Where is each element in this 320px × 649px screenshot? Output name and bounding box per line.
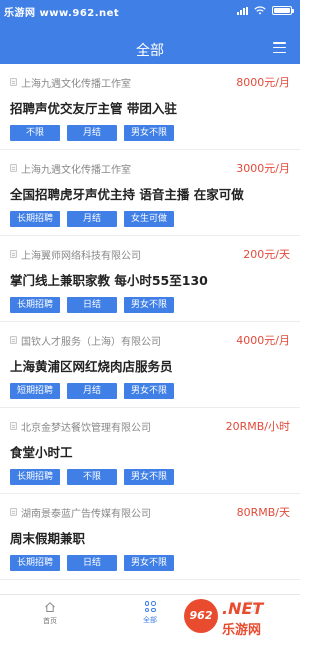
company-name: 上海翼师网络科技有限公司: [21, 250, 141, 262]
company-icon: [10, 422, 17, 430]
job-tag: 不限: [67, 469, 117, 485]
job-title: 掌门线上兼职家教 每小时55至130: [10, 273, 208, 288]
watermark-logo-net: .NET: [222, 599, 264, 618]
tab-home[interactable]: 首页: [0, 595, 100, 649]
job-card[interactable]: 上海九遇文化传播工作室 3000元/月 全国招聘虎牙声优主持 语音主播 在家可做…: [0, 150, 300, 236]
job-tag: 男女不限: [124, 125, 174, 141]
watermark-top-text: 乐游网 www.962.net: [4, 8, 120, 19]
salary: 20RMB/小时: [225, 420, 290, 433]
job-tag: 长期招聘: [10, 469, 60, 485]
company-name: 湖南景泰蓝广告传媒有限公司: [21, 508, 151, 520]
signal-icon: [237, 6, 248, 15]
company-icon: [10, 78, 17, 86]
tab-all-label: 全部: [143, 616, 157, 624]
job-card[interactable]: 上海九遇文化传播工作室 8000元/月 招聘声优交友厅主管 带团入驻 不限 月结…: [0, 64, 300, 150]
job-list: 上海九遇文化传播工作室 8000元/月 招聘声优交友厅主管 带团入驻 不限 月结…: [0, 64, 300, 580]
company-name: 北京金梦达餐饮管理有限公司: [21, 422, 151, 434]
menu-icon[interactable]: [273, 42, 286, 53]
company-icon: [10, 164, 17, 172]
job-title: 上海黄浦区网红烧肉店服务员: [10, 359, 173, 374]
job-title: 食堂小时工: [10, 445, 73, 460]
company-icon: [10, 336, 17, 344]
company-name: 上海九遇文化传播工作室: [21, 164, 131, 176]
job-tag: 月结: [67, 211, 117, 227]
tab-home-label: 首页: [43, 617, 57, 625]
salary: 200元/天: [243, 248, 290, 261]
job-tag: 男女不限: [124, 383, 174, 399]
company-name: 国钦人才服务（上海）有限公司: [21, 336, 161, 348]
job-card[interactable]: 北京金梦达餐饮管理有限公司 20RMB/小时 食堂小时工 长期招聘 不限 男女不…: [0, 408, 300, 494]
job-title: 全国招聘虎牙声优主持 语音主播 在家可做: [10, 187, 244, 202]
app-header: 乐游网 www.962.net 全部: [0, 0, 300, 64]
job-tag: 长期招聘: [10, 555, 60, 571]
status-bar-icons: [237, 6, 294, 15]
job-tag: 女生可做: [124, 211, 174, 227]
job-tag: 短期招聘: [10, 383, 60, 399]
company-icon: [10, 250, 17, 258]
home-icon: [45, 602, 55, 612]
wifi-icon: [254, 6, 266, 15]
job-tag: 月结: [67, 125, 117, 141]
job-title: 招聘声优交友厅主管 带团入驻: [10, 101, 177, 116]
job-tag: 月结: [67, 383, 117, 399]
page-title: 全部: [136, 43, 164, 59]
battery-icon: [272, 6, 294, 15]
job-tag: 日结: [67, 297, 117, 313]
job-card[interactable]: 国钦人才服务（上海）有限公司 4000元/月 上海黄浦区网红烧肉店服务员 短期招…: [0, 322, 300, 408]
watermark-logo-number: 962: [184, 599, 218, 633]
job-tag: 不限: [10, 125, 60, 141]
salary: 8000元/月: [236, 76, 290, 89]
watermark-logo-cn: 乐游网: [222, 623, 262, 638]
watermark-logo: 962 .NET 乐游网: [184, 597, 296, 638]
job-card[interactable]: 湖南景泰蓝广告传媒有限公司 80RMB/天 周末假期兼职 长期招聘 日结 男女不…: [0, 494, 300, 580]
company-name: 上海九遇文化传播工作室: [21, 78, 131, 90]
job-tag: 长期招聘: [10, 211, 60, 227]
job-tag: 男女不限: [124, 469, 174, 485]
salary: 80RMB/天: [236, 506, 290, 519]
job-tag: 男女不限: [124, 555, 174, 571]
salary: 3000元/月: [236, 162, 290, 175]
grid-icon: [144, 601, 156, 612]
job-card[interactable]: 上海翼师网络科技有限公司 200元/天 掌门线上兼职家教 每小时55至130 长…: [0, 236, 300, 322]
job-tag: 日结: [67, 555, 117, 571]
job-tag: 男女不限: [124, 297, 174, 313]
job-tag: 长期招聘: [10, 297, 60, 313]
company-icon: [10, 508, 17, 516]
job-title: 周末假期兼职: [10, 531, 86, 546]
salary: 4000元/月: [236, 334, 290, 347]
